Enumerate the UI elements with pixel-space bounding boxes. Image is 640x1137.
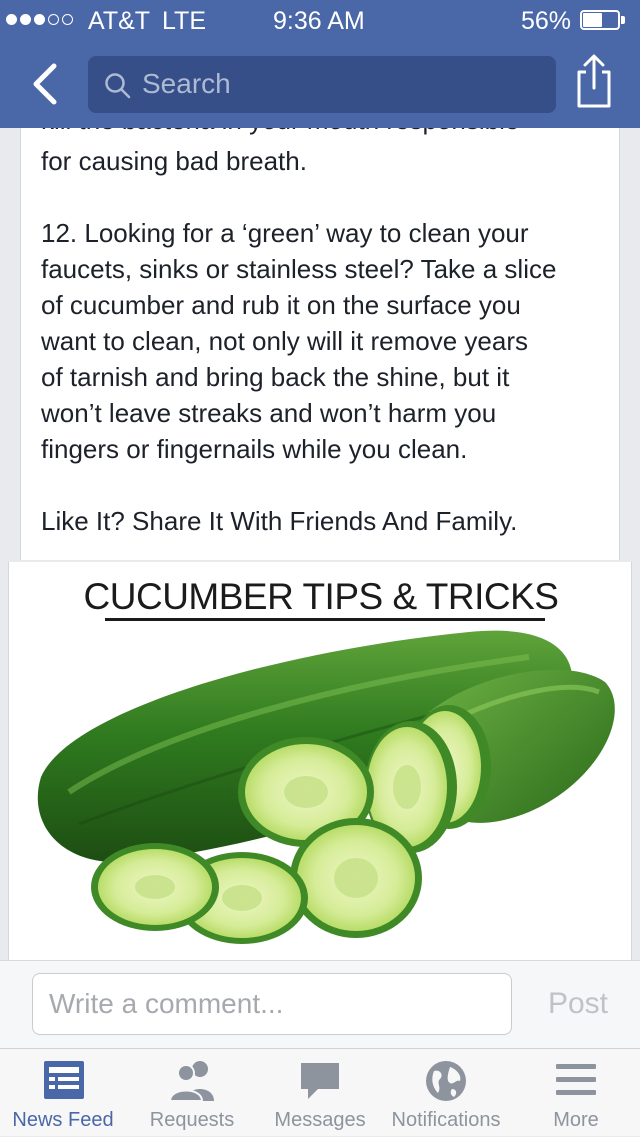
network-type: LTE [162,7,206,35]
signal-dot [34,14,45,25]
tip-text-line: fingers or fingernails while you clean. [41,434,468,464]
clock: 9:36 AM [273,7,365,35]
tab-messages[interactable]: Messages [268,1049,372,1137]
battery-percent: 56% [521,7,572,35]
carrier-name: AT&T [88,7,151,35]
tab-requests[interactable]: Requests [130,1049,254,1137]
comment-input[interactable] [32,973,512,1035]
share-call-to-action: Like It? Share It With Friends And Famil… [41,506,518,536]
post-text-line: for causing bad breath. [41,146,307,176]
tab-label: Messages [274,1109,366,1131]
tab-label: News Feed [12,1109,114,1131]
share-button[interactable] [572,52,616,112]
tab-more[interactable]: More [528,1049,624,1137]
search-icon [105,73,131,99]
tip-text-line: of cucumber and rub it on the surface yo… [41,290,521,320]
search-placeholder: Search [142,68,231,99]
tip-text-line: won’t leave streaks and won’t harm you [41,398,497,428]
comment-bar: Post [0,960,640,1048]
globe-icon [426,1061,466,1101]
search-field[interactable]: Search [88,56,556,113]
post-comment-button[interactable]: Post [530,975,626,1033]
image-title-underline [105,618,545,621]
friend-requests-icon [168,1061,214,1102]
post-photo[interactable]: CUCUMBER TIPS & TRICKS [8,562,632,960]
cucumber-illustration [37,630,615,944]
signal-dot [20,14,31,25]
signal-dot [48,14,59,25]
signal-strength-icon [6,14,73,25]
tab-news-feed[interactable]: News Feed [0,1049,126,1137]
tab-label: Requests [149,1109,235,1131]
image-title: CUCUMBER TIPS & TRICKS [83,576,559,617]
tip-text-line: faucets, sinks or stainless steel? Take … [41,254,557,284]
tab-label: More [553,1109,599,1131]
menu-icon [556,1064,596,1095]
tab-bar: News Feed Requests Messages Notification… [0,1048,640,1136]
navigation-bar: Search [0,40,640,128]
tip-text-line: want to clean, not only will it remove y… [41,326,528,356]
app-header: AT&T LTE 9:36 AM 56% Search [0,0,640,128]
share-icon [577,54,611,108]
messages-icon [301,1063,339,1099]
tab-label: Notifications [391,1109,501,1131]
news-feed-icon [44,1061,84,1099]
battery-icon [580,10,626,30]
status-bar: AT&T LTE 9:36 AM 56% [0,0,640,40]
signal-dot [62,14,73,25]
tip-text-line: of tarnish and bring back the shine, but… [41,362,510,392]
tab-notifications[interactable]: Notifications [384,1049,508,1137]
back-button[interactable] [20,58,70,110]
chevron-left-icon [33,63,57,105]
signal-dot [6,14,17,25]
tip-text-line: 12. Looking for a ‘green’ way to clean y… [41,218,529,248]
